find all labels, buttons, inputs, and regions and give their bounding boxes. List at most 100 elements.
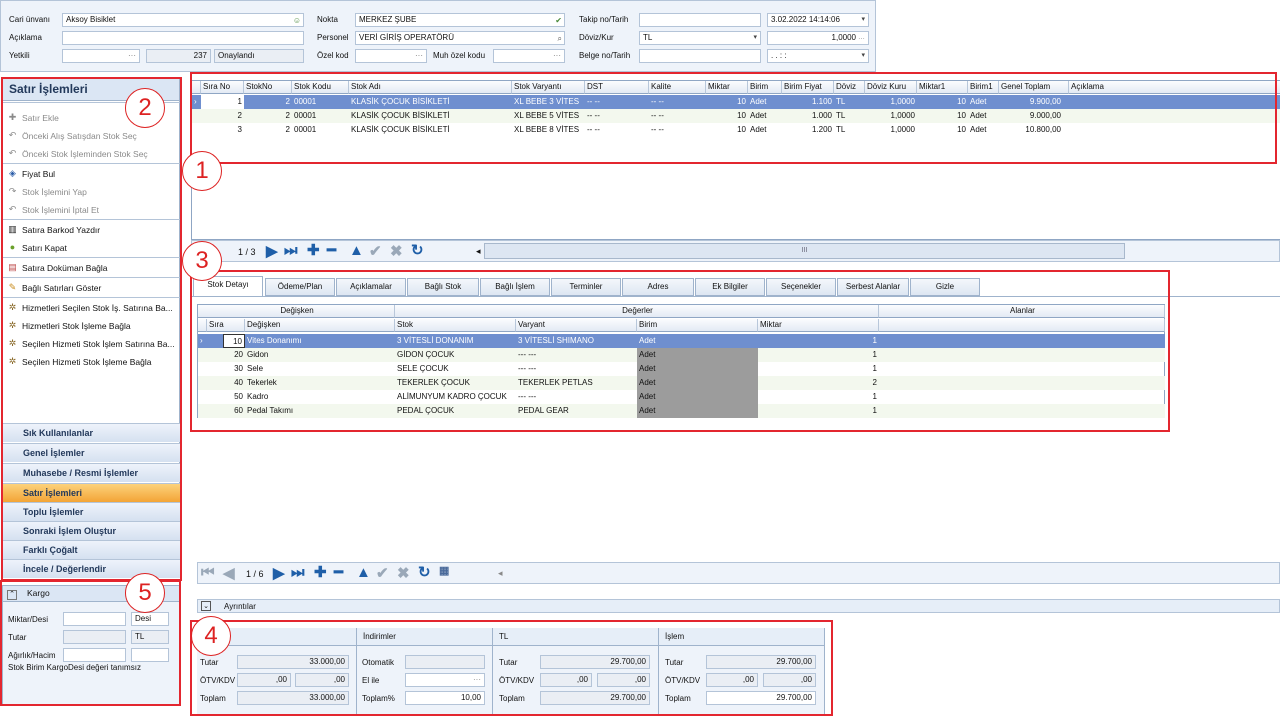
col-stokno[interactable]: StokNo: [244, 81, 292, 94]
col-stok[interactable]: Stok: [395, 319, 516, 332]
bagli-satirlar-item[interactable]: ✎ Bağlı Satırları Göster: [7, 282, 102, 293]
tab-ek-bilgiler[interactable]: Ek Bilgiler: [695, 278, 765, 296]
takip-date-input[interactable]: 3.02.2022 14:14:06 ▾: [767, 13, 869, 27]
table-row[interactable]: 2 2 00001 KLASİK ÇOCUK BİSİKLETİ XL BEBE…: [192, 109, 1280, 123]
table-row[interactable]: 3 2 00001 KLASİK ÇOCUK BİSİKLETİ XL BEBE…: [192, 123, 1280, 137]
nav-sonraki-islem[interactable]: Sonraki İşlem Oluştur: [3, 521, 181, 540]
table-row[interactable]: › 1 2 00001 KLASİK ÇOCUK BİSİKLETİ XL BE…: [192, 95, 1280, 109]
col-stok-varyanti[interactable]: Stok Varyantı: [512, 81, 585, 94]
col-sira[interactable]: Sıra: [207, 319, 245, 332]
next-record-icon[interactable]: ▶: [266, 242, 278, 260]
people-icon[interactable]: ☺: [293, 15, 301, 26]
last-record-icon[interactable]: ⏭: [284, 242, 298, 259]
nav-muhasebe[interactable]: Muhasebe / Resmi İşlemler: [3, 463, 181, 482]
add-record-icon[interactable]: ✚: [307, 241, 320, 259]
nokta-input[interactable]: MERKEZ ŞUBE ✔: [355, 13, 565, 27]
first-record-icon[interactable]: ⏮: [201, 564, 215, 581]
next-record-icon[interactable]: ▶: [273, 564, 285, 582]
col-kalite[interactable]: Kalite: [649, 81, 706, 94]
tab-secenekler[interactable]: Seçenekler: [766, 278, 836, 296]
user-search-icon[interactable]: ⌕: [558, 33, 562, 44]
barkod-yazdir-item[interactable]: ▥ Satıra Barkod Yazdır: [7, 224, 100, 235]
nav-genel-islemler[interactable]: Genel İşlemler: [3, 443, 181, 462]
cancel-x-icon[interactable]: ✖: [397, 564, 410, 582]
details-bar[interactable]: ⌄ Ayrıntılar: [197, 599, 1280, 613]
hacim-input[interactable]: [131, 648, 169, 662]
tab-bagli-islem[interactable]: Bağlı İşlem: [480, 278, 550, 296]
takip-no-input[interactable]: [639, 13, 761, 27]
tab-gizle[interactable]: Gizle: [910, 278, 980, 296]
col-birim[interactable]: Birim: [637, 319, 758, 332]
col-degisken[interactable]: Değişken: [245, 319, 395, 332]
scroll-left-icon[interactable]: ◂: [498, 568, 503, 579]
scroll-left-icon[interactable]: ◂: [476, 246, 481, 257]
cari-input[interactable]: Aksoy Bisiklet ☺: [62, 13, 304, 27]
post-check-icon[interactable]: ✔: [376, 564, 389, 582]
table-row[interactable]: › 10 Vites Donanımı 3 VİTESLİ DONANIM 3 …: [198, 334, 1165, 348]
dokuman-bagla-item[interactable]: ▤ Satıra Doküman Bağla: [7, 262, 107, 273]
horizontal-scrollbar[interactable]: III: [484, 243, 1125, 259]
post-check-icon[interactable]: ✔: [369, 242, 382, 260]
refresh-icon[interactable]: ↻: [418, 563, 431, 581]
col-birim-fiyat[interactable]: Birim Fiyat: [782, 81, 834, 94]
dropdown-arrow-icon[interactable]: ▾: [861, 14, 865, 26]
tab-serbest-alanlar[interactable]: Serbest Alanlar: [837, 278, 909, 296]
cancel-x-icon[interactable]: ✖: [390, 242, 403, 260]
col-miktar[interactable]: Miktar: [706, 81, 748, 94]
aciklama-input[interactable]: [62, 31, 304, 45]
table-row[interactable]: 20 Gidon GİDON ÇOCUK --- --- Adet 1: [198, 348, 1165, 362]
col-varyant[interactable]: Varyant: [516, 319, 637, 332]
ozelkod-input[interactable]: ···: [355, 49, 427, 63]
secilen-hizmet-isleme-item[interactable]: ✲ Seçilen Hizmeti Stok İşleme Bağla: [7, 356, 152, 367]
doviz-select[interactable]: TL ▾: [639, 31, 761, 45]
col-sira-no[interactable]: Sıra No: [201, 81, 244, 94]
personel-input[interactable]: VERİ GİRİŞ OPERATÖRÜ ⌕: [355, 31, 565, 45]
table-row[interactable]: 60 Pedal Takımı PEDAL ÇOCUK PEDAL GEAR A…: [198, 404, 1165, 418]
tab-odeme-plan[interactable]: Ödeme/Plan: [265, 278, 335, 296]
discount-percent-input[interactable]: 10,00: [405, 691, 485, 705]
refresh-icon[interactable]: ↻: [411, 241, 424, 259]
table-row[interactable]: 30 Sele SELE ÇOCUK --- --- Adet 1: [198, 362, 1165, 376]
belge-date-input[interactable]: . . : : ▾: [767, 49, 869, 63]
collapse-icon[interactable]: ⌃: [7, 590, 17, 600]
muhozel-input[interactable]: ···: [493, 49, 565, 63]
dropdown-arrow-icon[interactable]: ▾: [753, 32, 757, 44]
table-row[interactable]: 50 Kadro ALİMUNYUM KADRO ÇOCUK --- --- A…: [198, 390, 1165, 404]
stok-islemi-yap-item[interactable]: ↷ Stok İşlemini Yap: [7, 186, 87, 197]
onceki-alis-item[interactable]: ↶ Önceki Alış Satışdan Stok Seç: [7, 130, 137, 141]
col-genel-toplam[interactable]: Genel Toplam: [999, 81, 1069, 94]
satir-ekle-item[interactable]: ✚ Satır Ekle: [7, 112, 59, 123]
col-aciklama[interactable]: Açıklama: [1069, 81, 1280, 94]
tab-terminler[interactable]: Terminler: [551, 278, 621, 296]
tab-aciklamalar[interactable]: Açıklamalar: [336, 278, 406, 296]
kur-input[interactable]: 1,0000…: [767, 31, 869, 45]
dropdown-arrow-icon[interactable]: ▾: [861, 50, 865, 62]
nav-sik-kullanilanlar[interactable]: Sık Kullanılanlar: [3, 423, 181, 442]
hizmet-stok-satir-item[interactable]: ✲ Hizmetleri Seçilen Stok İş. Satırına Ba…: [7, 302, 173, 313]
up-icon[interactable]: ▲: [349, 242, 364, 259]
col-birim[interactable]: Birim: [748, 81, 782, 94]
last-record-icon[interactable]: ⏭: [291, 564, 305, 581]
table-row[interactable]: 40 Tekerlek TEKERLEK ÇOCUK TEKERLEK PETL…: [198, 376, 1165, 390]
expand-icon[interactable]: ⌄: [201, 601, 211, 611]
check-icon[interactable]: ✔: [555, 15, 562, 26]
col-dst[interactable]: DST: [585, 81, 649, 94]
hizmet-stok-isleme-item[interactable]: ✲ Hizmetleri Stok İşleme Bağla: [7, 320, 131, 331]
prev-record-icon[interactable]: ◀: [223, 564, 235, 582]
col-miktar[interactable]: Miktar: [758, 319, 879, 332]
miktar-desi-input[interactable]: [63, 612, 126, 626]
ellipsis-icon[interactable]: …: [858, 32, 865, 44]
col-stok-kodu[interactable]: Stok Kodu: [292, 81, 349, 94]
col-doviz-kuru[interactable]: Döviz Kuru: [865, 81, 917, 94]
tab-bagli-stok[interactable]: Bağlı Stok: [407, 278, 479, 296]
fiyat-bul-item[interactable]: ◈ Fiyat Bul: [7, 168, 55, 179]
nav-satir-islemleri[interactable]: Satır İşlemleri: [3, 483, 181, 502]
satiri-kapat-item[interactable]: ● Satırı Kapat: [7, 242, 67, 253]
grid-options-icon[interactable]: ▦: [439, 564, 449, 577]
discount-manual-input[interactable]: ···: [405, 673, 485, 687]
up-icon[interactable]: ▲: [356, 564, 371, 581]
col-birim1[interactable]: Birim1: [968, 81, 999, 94]
belge-no-input[interactable]: [639, 49, 761, 63]
col-miktar1[interactable]: Miktar1: [917, 81, 968, 94]
secilen-hizmet-satir-item[interactable]: ✲ Seçilen Hizmeti Stok İşlem Satırına Ba.…: [7, 338, 175, 349]
